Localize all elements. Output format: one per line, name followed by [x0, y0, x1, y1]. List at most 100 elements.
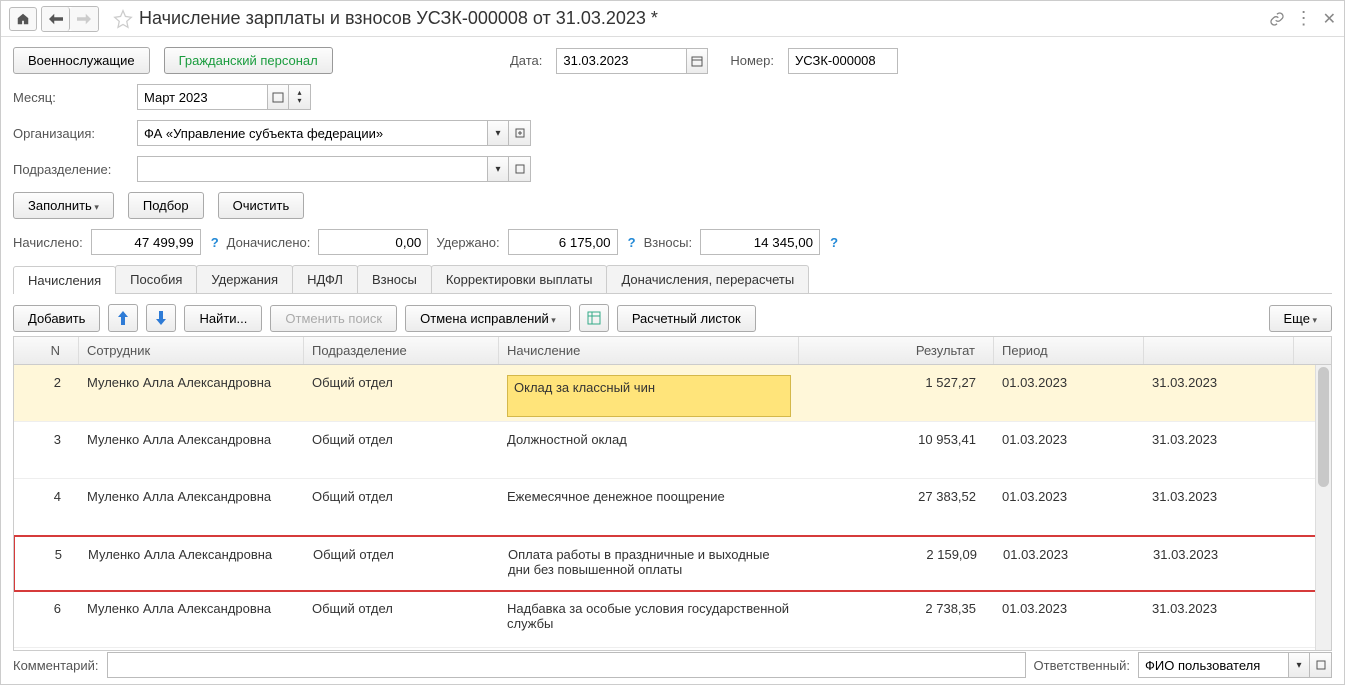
dept-open-icon[interactable] [509, 156, 531, 182]
cell-res: 27 383,52 [799, 485, 994, 535]
org-label: Организация: [13, 126, 123, 141]
addl-value[interactable] [318, 229, 428, 255]
resp-label: Ответственный: [1034, 658, 1130, 673]
find-button[interactable]: Найти... [184, 305, 262, 332]
resp-dropdown-icon[interactable]: ▾ [1288, 652, 1310, 678]
comment-input[interactable] [107, 652, 1026, 678]
calendar-icon[interactable] [686, 48, 708, 74]
tab-benefits[interactable]: Пособия [115, 265, 197, 293]
back-button[interactable] [42, 7, 70, 31]
tab-accruals[interactable]: Начисления [13, 266, 116, 294]
favorite-icon[interactable] [113, 9, 133, 29]
col-period[interactable]: Период [994, 337, 1144, 364]
settings-icon-button[interactable] [579, 304, 609, 332]
cell-p2: 31.03.2023 [1144, 428, 1294, 478]
add-button[interactable]: Добавить [13, 305, 100, 332]
month-stepper-icon[interactable]: ▴▾ [289, 84, 311, 110]
comment-label: Комментарий: [13, 658, 99, 673]
date-label: Дата: [510, 53, 542, 68]
number-label: Номер: [730, 53, 774, 68]
cell-res: 2 738,35 [799, 597, 994, 647]
cancel-fix-button[interactable]: Отмена исправлений [405, 305, 571, 332]
org-input[interactable] [137, 120, 487, 146]
cell-dep: Общий отдел [304, 428, 499, 478]
pick-button[interactable]: Подбор [128, 192, 204, 219]
col-res[interactable]: Результат [799, 337, 994, 364]
mode-military-button[interactable]: Военнослужащие [13, 47, 150, 74]
cell-emp: Муленко Алла Александровна [79, 485, 304, 535]
cell-p1: 01.03.2023 [994, 428, 1144, 478]
org-open-icon[interactable] [509, 120, 531, 146]
forward-button[interactable] [70, 7, 98, 31]
accrued-value[interactable] [91, 229, 201, 255]
table-row[interactable]: 2Муленко Алла АлександровнаОбщий отделОк… [14, 365, 1331, 422]
cell-res: 1 527,27 [799, 371, 994, 421]
mode-civil-button[interactable]: Гражданский персонал [164, 47, 333, 74]
col-n[interactable]: N [14, 337, 79, 364]
table-settings-icon [587, 311, 601, 325]
payslip-button[interactable]: Расчетный листок [617, 305, 756, 332]
tab-contrib[interactable]: Взносы [357, 265, 432, 293]
scrollbar[interactable] [1315, 365, 1331, 650]
link-icon[interactable] [1269, 11, 1285, 27]
table-row[interactable]: 6Муленко Алла АлександровнаОбщий отделНа… [14, 591, 1331, 648]
cell-dep: Общий отдел [305, 543, 500, 590]
move-up-button[interactable] [108, 304, 138, 332]
cell-emp: Муленко Алла Александровна [79, 597, 304, 647]
cell-n: 4 [14, 485, 79, 535]
withheld-label: Удержано: [436, 235, 499, 250]
dept-dropdown-icon[interactable]: ▾ [487, 156, 509, 182]
cell-p2: 31.03.2023 [1145, 543, 1295, 590]
table-row[interactable]: 4Муленко Алла АлександровнаОбщий отделЕж… [14, 479, 1331, 536]
cell-dep: Общий отдел [304, 597, 499, 647]
close-icon[interactable]: ✕ [1323, 9, 1336, 29]
tab-corrections[interactable]: Корректировки выплаты [431, 265, 608, 293]
cell-n: 6 [14, 597, 79, 647]
table-row[interactable]: 5Муленко Алла АлександровнаОбщий отделОп… [14, 535, 1331, 592]
tab-deductions[interactable]: Удержания [196, 265, 293, 293]
org-dropdown-icon[interactable]: ▾ [487, 120, 509, 146]
cell-acc: Оклад за классный чин [499, 371, 799, 421]
cell-p1: 01.03.2023 [994, 371, 1144, 421]
help-icon[interactable]: ? [628, 235, 636, 250]
arrow-right-icon [77, 13, 91, 25]
contrib-value[interactable] [700, 229, 820, 255]
col-emp[interactable]: Сотрудник [79, 337, 304, 364]
month-input[interactable] [137, 84, 267, 110]
move-down-button[interactable] [146, 304, 176, 332]
resp-open-icon[interactable] [1310, 652, 1332, 678]
cell-emp: Муленко Алла Александровна [79, 371, 304, 421]
cell-emp: Муленко Алла Александровна [80, 543, 305, 590]
cell-p2: 31.03.2023 [1144, 371, 1294, 421]
number-input[interactable] [788, 48, 898, 74]
resp-input[interactable] [1138, 652, 1288, 678]
tab-bar: Начисления Пособия Удержания НДФЛ Взносы… [13, 265, 1332, 294]
date-input[interactable] [556, 48, 686, 74]
dept-input[interactable] [137, 156, 487, 182]
col-acc[interactable]: Начисление [499, 337, 799, 364]
cell-p2: 31.03.2023 [1144, 485, 1294, 535]
table-row[interactable]: 3Муленко Алла АлександровнаОбщий отделДо… [14, 422, 1331, 479]
arrow-left-icon [49, 13, 63, 25]
tab-ndfl[interactable]: НДФЛ [292, 265, 358, 293]
arrow-up-icon [117, 311, 129, 325]
more-menu-icon[interactable]: ⋮ [1295, 8, 1313, 29]
cell-res: 2 159,09 [800, 543, 995, 590]
clear-button[interactable]: Очистить [218, 192, 305, 219]
cancel-search-button: Отменить поиск [270, 305, 397, 332]
tab-additional[interactable]: Доначисления, перерасчеты [606, 265, 809, 293]
help-icon[interactable]: ? [830, 235, 838, 250]
month-calendar-icon[interactable] [267, 84, 289, 110]
col-dep[interactable]: Подразделение [304, 337, 499, 364]
accrued-label: Начислено: [13, 235, 83, 250]
home-button[interactable] [9, 7, 37, 31]
cell-acc: Должностной оклад [499, 428, 799, 478]
contrib-label: Взносы: [644, 235, 693, 250]
withheld-value[interactable] [508, 229, 618, 255]
help-icon[interactable]: ? [211, 235, 219, 250]
cell-n: 3 [14, 428, 79, 478]
more-button[interactable]: Еще [1269, 305, 1332, 332]
fill-button[interactable]: Заполнить [13, 192, 114, 219]
cell-res: 10 953,41 [799, 428, 994, 478]
col-period2[interactable] [1144, 337, 1294, 364]
